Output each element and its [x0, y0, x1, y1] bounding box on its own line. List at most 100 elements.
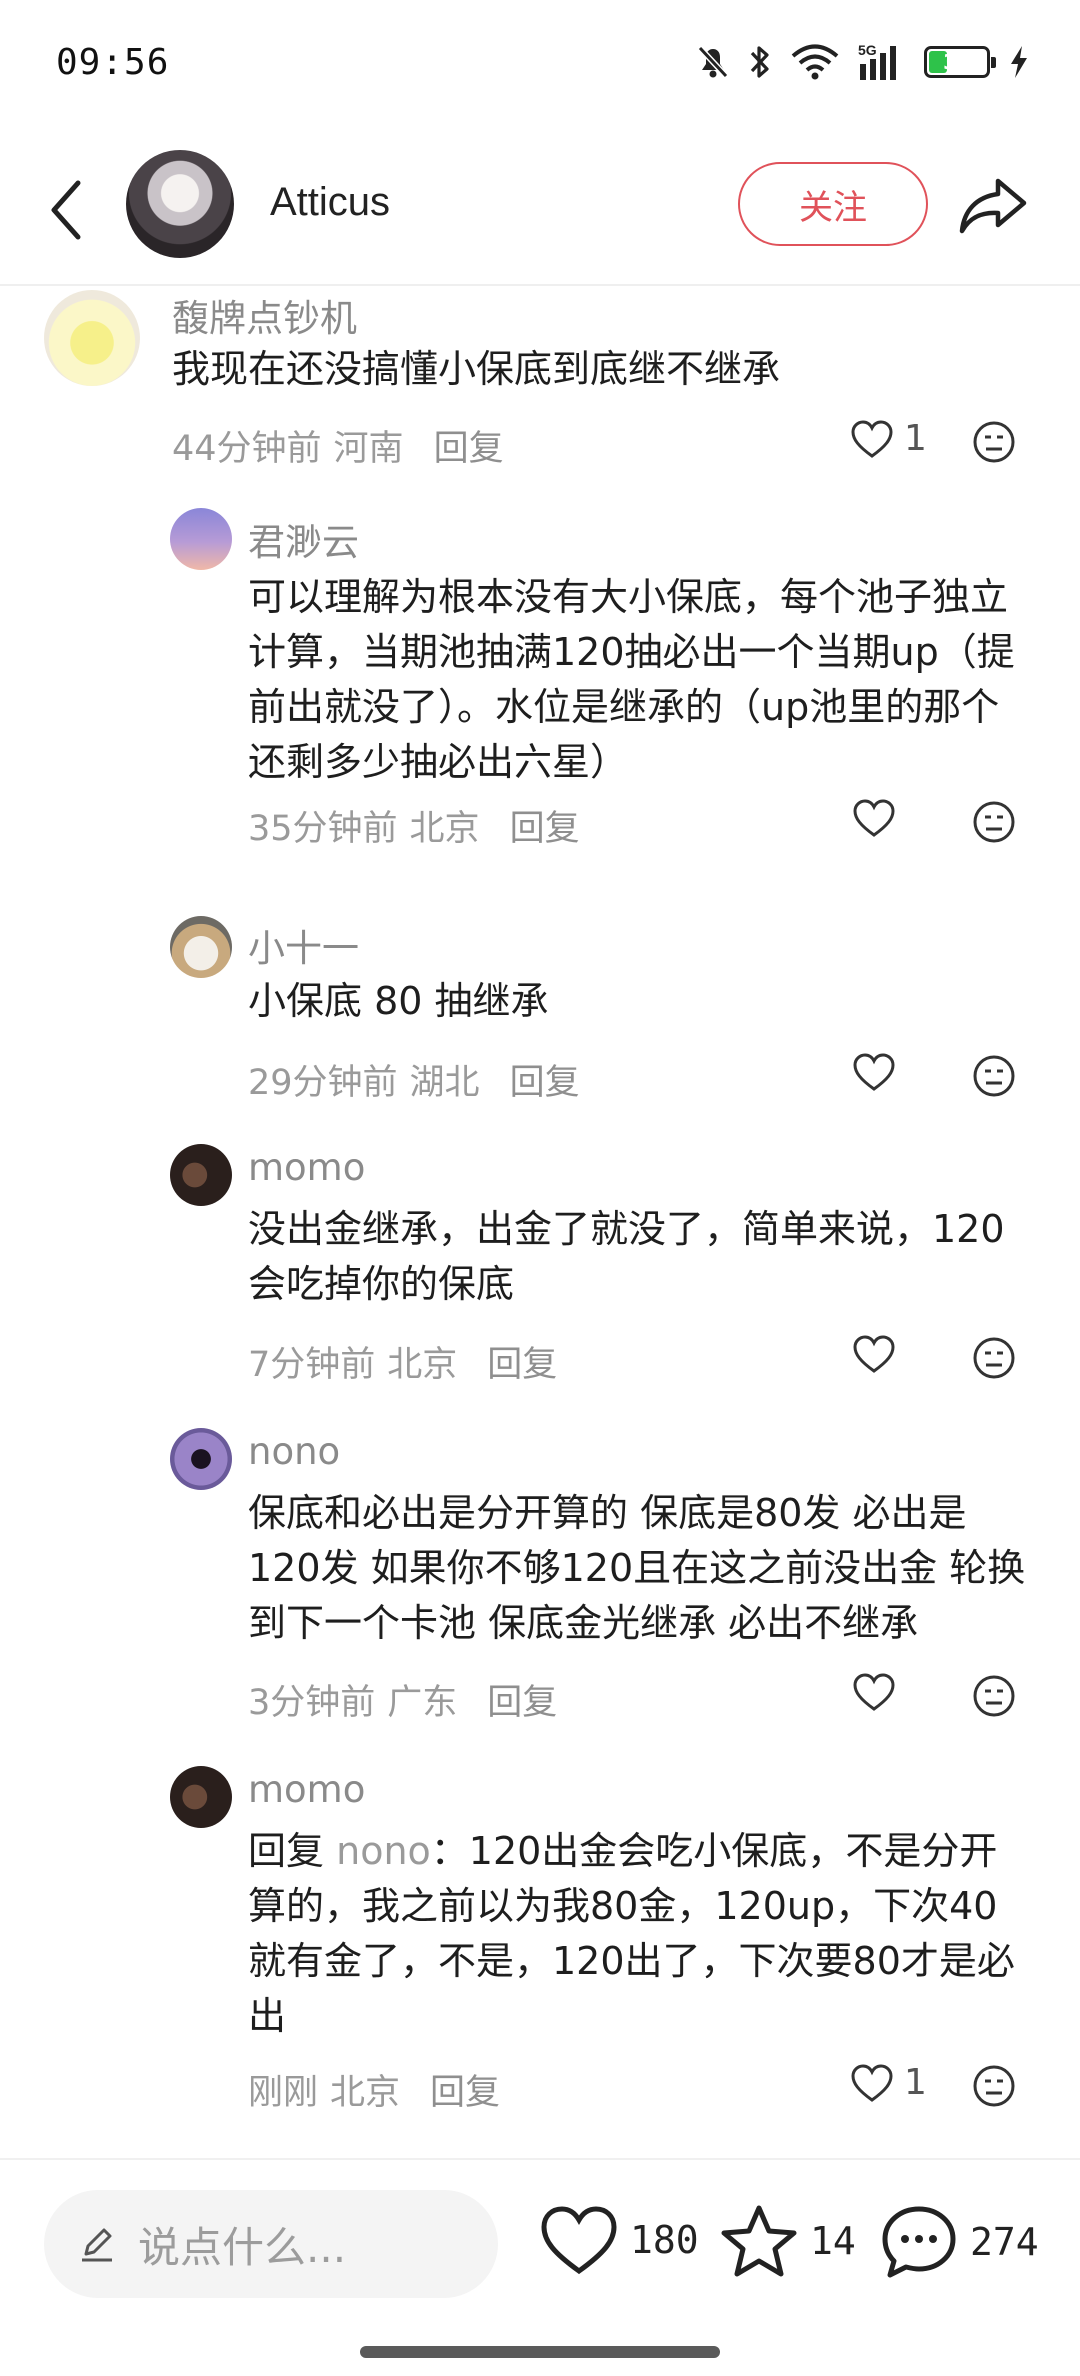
comment-time: 刚刚	[248, 2073, 319, 2113]
comment-location: 河南	[333, 429, 404, 469]
comment-item: 馥牌点钞机 我现在还没搞懂小保底到底继不继承 44分钟前 河南 回复 1	[0, 288, 1080, 488]
comment-meta: 7分钟前 北京 回复	[248, 1336, 557, 1387]
header: Atticus 关注	[0, 130, 1080, 286]
heart-icon	[541, 2206, 617, 2275]
comment-location: 湖北	[409, 1063, 480, 1103]
like-count: 1	[904, 418, 927, 459]
comment-location: 北京	[387, 1345, 458, 1385]
reply-item: 君渺云 可以理解为根本没有大小保底，每个池子独立计算，当期池抽满120抽必出一个…	[0, 508, 1080, 868]
reply-item: momo 回复 nono：120出金会吃小保底，不是分开算的，我之前以为我80金…	[0, 1766, 1080, 2126]
emoji-reaction-icon[interactable]	[972, 1054, 1016, 1098]
comment-author[interactable]: momo	[248, 1768, 365, 1811]
cellular-5g-icon: 5G	[858, 42, 896, 80]
heart-icon	[851, 2063, 893, 2102]
comment-location: 北京	[330, 2073, 401, 2113]
favorite-count: 14	[810, 2219, 856, 2263]
avatar[interactable]	[170, 508, 232, 570]
comment-meta: 3分钟前 广东 回复	[248, 1674, 557, 1725]
chevron-left-icon	[51, 180, 81, 240]
star-icon	[721, 2205, 797, 2277]
heart-icon	[851, 419, 893, 458]
bottom-action-bar: 说点什么... 180 14 274	[0, 2158, 1080, 2376]
reply-button[interactable]: 回复	[487, 1336, 557, 1387]
avatar[interactable]	[170, 916, 232, 978]
comment-meta: 35分钟前 北京 回复	[248, 800, 580, 851]
comment-location: 北京	[409, 809, 480, 849]
like-button[interactable]: 1	[850, 2062, 927, 2103]
comment-time: 44分钟前	[172, 429, 322, 469]
emoji-reaction-icon[interactable]	[972, 1674, 1016, 1718]
home-indicator[interactable]	[360, 2346, 720, 2358]
like-count: 1	[904, 2062, 927, 2103]
comment-bubble-icon	[882, 2206, 956, 2278]
share-button[interactable]	[956, 168, 1030, 242]
emoji-reaction-icon[interactable]	[972, 420, 1016, 464]
comment-input[interactable]: 说点什么...	[44, 2190, 498, 2298]
like-button[interactable]	[852, 1052, 906, 1092]
reply-button[interactable]: 回复	[434, 420, 504, 471]
comment-text: 小保底 80 抽继承	[248, 979, 549, 1023]
reply-button[interactable]: 回复	[487, 1674, 557, 1725]
like-button[interactable]: 1	[850, 418, 927, 459]
reply-mention[interactable]: nono	[336, 1829, 431, 1873]
comment-location: 广东	[387, 1683, 458, 1723]
comment-author[interactable]: 小十一	[248, 918, 359, 972]
heart-icon	[853, 1335, 895, 1373]
comment-time: 35分钟前	[248, 809, 398, 849]
avatar[interactable]	[170, 1144, 232, 1206]
comment-author[interactable]: nono	[248, 1430, 340, 1473]
charging-icon	[1011, 46, 1027, 78]
status-bar: 09:56 5G 37	[0, 0, 1080, 130]
share-icon	[959, 178, 1027, 234]
comment-time: 3分钟前	[248, 1683, 376, 1723]
author-name[interactable]: Atticus	[270, 180, 390, 225]
comment-meta: 29分钟前 湖北 回复	[248, 1054, 580, 1105]
bluetooth-icon	[750, 46, 769, 78]
favorite-button[interactable]: 14	[720, 2204, 856, 2278]
avatar[interactable]	[44, 290, 140, 386]
author-avatar[interactable]	[126, 150, 234, 258]
emoji-reaction-icon[interactable]	[972, 2064, 1016, 2108]
like-post-button[interactable]: 180	[540, 2204, 699, 2276]
comment-text: 可以理解为根本没有大小保底，每个池子独立计算，当期池抽满120抽必出一个当期up…	[248, 575, 1015, 784]
comment-text: 没出金继承，出金了就没了，简单来说，120会吃掉你的保底	[248, 1207, 1005, 1306]
comment-author[interactable]: 君渺云	[248, 512, 359, 566]
follow-button[interactable]: 关注	[738, 162, 928, 246]
emoji-reaction-icon[interactable]	[972, 1336, 1016, 1380]
like-button[interactable]	[852, 798, 906, 838]
battery-icon: 37	[924, 46, 996, 78]
comment-meta: 44分钟前 河南 回复	[172, 420, 504, 471]
comment-author[interactable]: momo	[248, 1146, 365, 1189]
comment-text: 回复 nono：120出金会吃小保底，不是分开算的，我之前以为我80金，120u…	[248, 1824, 1034, 2044]
comment-text: 我现在还没搞懂小保底到底继不继承	[172, 347, 781, 391]
back-button[interactable]	[36, 170, 96, 250]
like-button[interactable]	[852, 1334, 906, 1374]
comment-time: 7分钟前	[248, 1345, 376, 1385]
heart-icon	[853, 1053, 895, 1091]
svg-text:5G: 5G	[858, 42, 877, 58]
avatar[interactable]	[170, 1766, 232, 1828]
status-time: 09:56	[56, 42, 170, 83]
comment-time: 29分钟前	[248, 1063, 398, 1103]
avatar[interactable]	[170, 1428, 232, 1490]
reply-button[interactable]: 回复	[510, 1054, 580, 1105]
status-icons: 5G 37	[696, 40, 1030, 84]
reply-prefix: 回复	[248, 1829, 325, 1873]
post-like-count: 180	[630, 2218, 699, 2262]
like-button[interactable]	[852, 1672, 906, 1712]
reply-item: 小十一 小保底 80 抽继承 29分钟前 湖北 回复	[0, 916, 1080, 1103]
pencil-icon	[82, 2228, 112, 2262]
battery-level: 37	[943, 50, 971, 74]
reply-button[interactable]: 回复	[510, 800, 580, 851]
mute-icon	[697, 45, 729, 79]
emoji-reaction-icon[interactable]	[972, 800, 1016, 844]
reply-button[interactable]: 回复	[430, 2064, 500, 2115]
comments-button[interactable]: 274	[880, 2204, 1039, 2280]
reply-item: momo 没出金继承，出金了就没了，简单来说，120会吃掉你的保底 7分钟前 北…	[0, 1144, 1080, 1385]
comment-text: 保底和必出是分开算的 保底是80发 必出是120发 如果你不够120且在这之前没…	[248, 1491, 1026, 1645]
heart-icon	[853, 1673, 895, 1711]
comment-meta: 刚刚 北京 回复	[248, 2064, 500, 2115]
reply-item: nono 保底和必出是分开算的 保底是80发 必出是120发 如果你不够120且…	[0, 1428, 1080, 1723]
wifi-icon	[791, 44, 839, 80]
comment-author[interactable]: 馥牌点钞机	[172, 288, 357, 342]
